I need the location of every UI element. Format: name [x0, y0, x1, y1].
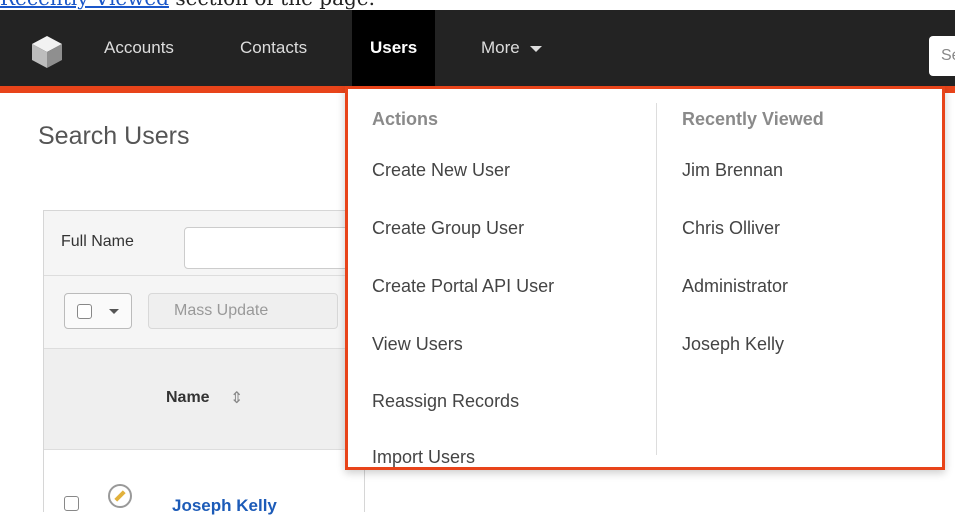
mass-update-button[interactable]: Mass Update	[148, 293, 338, 329]
chevron-down-icon	[529, 45, 542, 52]
column-header-name[interactable]: Name	[166, 389, 210, 407]
filter-row: Full Name	[44, 211, 386, 276]
nav-item-users[interactable]: Users	[352, 10, 436, 86]
sort-icon[interactable]: ⇕	[230, 388, 243, 408]
search-panel: Full Name Mass Update Name ⇕ Joseph Kell…	[43, 210, 386, 520]
recently-viewed-heading: Recently Viewed	[682, 109, 824, 129]
chevron-down-icon	[109, 309, 119, 314]
menu-item-create-new-user[interactable]: Create New User	[372, 160, 510, 181]
menu-item-import-users[interactable]: Import Users	[372, 447, 475, 468]
sugar-cube-logo-icon[interactable]	[30, 34, 64, 70]
menu-item-create-group-user[interactable]: Create Group User	[372, 218, 524, 239]
page-title: Search Users	[38, 122, 190, 150]
doc-link[interactable]: Recently Viewed	[0, 0, 169, 10]
doc-strip: Recently Viewed section of the page.	[0, 0, 955, 10]
row-checkbox[interactable]	[64, 496, 79, 511]
menu-divider	[656, 103, 657, 455]
checkbox-icon	[77, 304, 92, 319]
recent-item-joseph-kelly[interactable]: Joseph Kelly	[682, 334, 784, 355]
full-name-label: Full Name	[61, 233, 134, 250]
recent-item-chris-olliver[interactable]: Chris Olliver	[682, 218, 780, 239]
recently-viewed-column: Recently Viewed Jim Brennan Chris Ollive…	[658, 89, 943, 467]
top-navbar: Accounts Contacts Users More Sea	[0, 10, 955, 86]
menu-item-view-users[interactable]: View Users	[372, 334, 463, 355]
table-row: Joseph Kelly	[44, 450, 364, 520]
action-row: Mass Update	[44, 276, 364, 349]
recent-item-jim-brennan[interactable]: Jim Brennan	[682, 160, 783, 181]
edit-pencil-icon[interactable]	[108, 484, 132, 508]
doc-text: Recently Viewed section of the page.	[0, 0, 375, 8]
menu-item-reassign-records[interactable]: Reassign Records	[372, 391, 519, 412]
table-header: Name ⇕	[44, 349, 364, 450]
global-search-input[interactable]: Sea	[929, 36, 955, 76]
row-name-link[interactable]: Joseph Kelly	[172, 496, 277, 516]
menu-item-create-portal-api-user[interactable]: Create Portal API User	[372, 276, 554, 297]
recent-item-administrator[interactable]: Administrator	[682, 276, 788, 297]
users-dropdown-menu: Actions Create New User Create Group Use…	[345, 86, 945, 470]
nav-item-accounts[interactable]: Accounts	[86, 10, 192, 86]
nav-item-contacts[interactable]: Contacts	[222, 10, 325, 86]
actions-column: Actions Create New User Create Group Use…	[348, 89, 656, 467]
doc-text-rest: section of the page.	[169, 0, 375, 10]
nav-item-more[interactable]: More	[463, 10, 560, 86]
actions-heading: Actions	[372, 109, 439, 129]
select-all-dropdown[interactable]	[64, 293, 132, 329]
